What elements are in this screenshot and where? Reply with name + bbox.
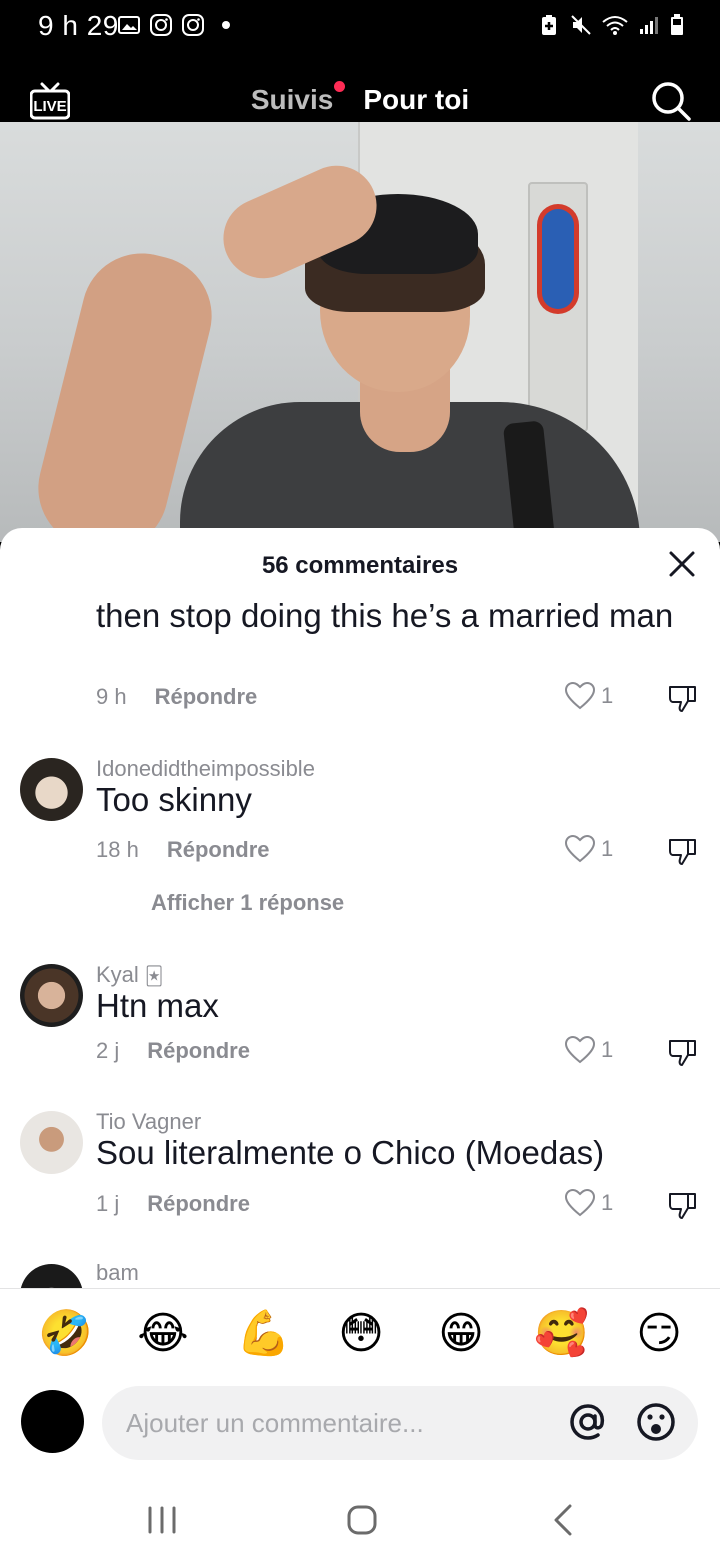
- dislike-icon[interactable]: [668, 684, 698, 712]
- comment-text: Htn max: [96, 987, 219, 1024]
- comment-username[interactable]: Tio Vagner: [96, 1109, 201, 1135]
- emoji-hearts-button[interactable]: 🥰: [534, 1308, 589, 1360]
- comment-username[interactable]: bam: [96, 1260, 139, 1286]
- comment-time: 1 j: [96, 1191, 120, 1216]
- like-button[interactable]: 1: [565, 1189, 613, 1217]
- avatar[interactable]: [20, 964, 83, 1027]
- divider: [0, 1288, 720, 1289]
- comments-count-title: 56 commentaires: [261, 552, 459, 579]
- comment-composer: [0, 1386, 720, 1466]
- reply-button[interactable]: Répondre: [167, 837, 270, 863]
- battery-saver-icon: [542, 15, 556, 35]
- dislike-icon[interactable]: [668, 837, 698, 865]
- home-icon[interactable]: [342, 1500, 382, 1540]
- comment-time: 9 h: [96, 684, 127, 709]
- emoji-rofl-button[interactable]: 🤣: [38, 1308, 93, 1360]
- instagram-icon: [182, 14, 204, 36]
- avatar[interactable]: [20, 758, 83, 821]
- comment-username[interactable]: Kyal: [96, 962, 139, 987]
- like-button[interactable]: 1: [565, 682, 613, 710]
- emoji-muscle-button[interactable]: 💪: [236, 1308, 291, 1360]
- notification-dot: [222, 21, 230, 29]
- like-button[interactable]: 1: [565, 1036, 613, 1064]
- tab-following[interactable]: Suivis: [250, 81, 346, 116]
- top-nav: LIVE Suivis Pour toi: [0, 56, 720, 140]
- comment-input[interactable]: [126, 1386, 556, 1460]
- comment-username[interactable]: Idonedidtheimpossible: [96, 756, 315, 782]
- comment-text: Sou literalmente o Chico (Moedas): [96, 1134, 605, 1171]
- emoji-smirk-button[interactable]: 😏: [633, 1308, 685, 1360]
- like-count: 1: [601, 1190, 614, 1215]
- like-count: 1: [601, 683, 614, 708]
- wifi-icon: [602, 16, 628, 35]
- gallery-icon: [118, 16, 140, 34]
- notification-dot: [334, 81, 346, 92]
- heart-icon: [565, 1036, 595, 1064]
- joker-card-badge: 🃏: [144, 966, 164, 986]
- heart-icon: [565, 682, 595, 710]
- status-bar: 9 h 29: [0, 0, 720, 56]
- video-player[interactable]: [0, 122, 720, 542]
- quick-emoji-bar: 🤣 😂 💪 😳 😁 🥰 😏: [0, 1308, 720, 1368]
- mute-icon: [571, 15, 591, 35]
- comment-list[interactable]: then stop doing this he’s a married man …: [0, 588, 720, 1288]
- mention-icon[interactable]: [568, 1402, 608, 1442]
- signal-icon: [640, 17, 658, 34]
- comments-sheet: 56 commentaires then stop doing this he’…: [0, 528, 720, 1560]
- tab-following-label: Suivis: [250, 84, 334, 115]
- my-avatar: [21, 1390, 84, 1453]
- heart-icon: [565, 835, 595, 863]
- emoji-flushed-button[interactable]: 😳: [335, 1308, 387, 1360]
- system-nav-bar: [0, 1478, 720, 1560]
- emoji-grin-button[interactable]: 😁: [435, 1308, 487, 1360]
- comment-time: 2 j: [96, 1038, 120, 1063]
- view-replies-button[interactable]: Afficher 1 réponse: [151, 890, 344, 916]
- comment-text: then stop doing this he’s a married man: [96, 597, 674, 634]
- emoji-picker-icon[interactable]: [636, 1402, 676, 1442]
- reply-button[interactable]: Répondre: [147, 1191, 250, 1217]
- tab-for-you[interactable]: Pour toi: [363, 84, 469, 116]
- close-icon[interactable]: [668, 550, 696, 578]
- emoji-joy-button[interactable]: 😂: [137, 1308, 189, 1360]
- like-button[interactable]: 1: [565, 835, 613, 863]
- battery-icon: [671, 14, 683, 35]
- comment-time: 18 h: [96, 837, 139, 862]
- search-icon[interactable]: [650, 80, 692, 122]
- back-icon[interactable]: [544, 1500, 584, 1540]
- reply-button[interactable]: Répondre: [147, 1038, 250, 1064]
- avatar[interactable]: [20, 1111, 83, 1174]
- status-time: 9 h 29: [38, 10, 119, 41]
- heart-icon: [565, 1189, 595, 1217]
- tab-for-you-label: Pour toi: [363, 84, 470, 115]
- recent-apps-icon[interactable]: [142, 1500, 182, 1540]
- like-count: 1: [601, 1037, 614, 1062]
- dislike-icon[interactable]: [668, 1038, 698, 1066]
- like-count: 1: [601, 836, 614, 861]
- parking-sign: [528, 182, 588, 432]
- dislike-icon[interactable]: [668, 1191, 698, 1219]
- instagram-icon: [150, 14, 172, 36]
- reply-button[interactable]: Répondre: [155, 684, 258, 710]
- avatar[interactable]: [20, 1264, 83, 1288]
- comment-input-box[interactable]: [102, 1386, 698, 1460]
- comment-text: Too skinny: [96, 781, 252, 818]
